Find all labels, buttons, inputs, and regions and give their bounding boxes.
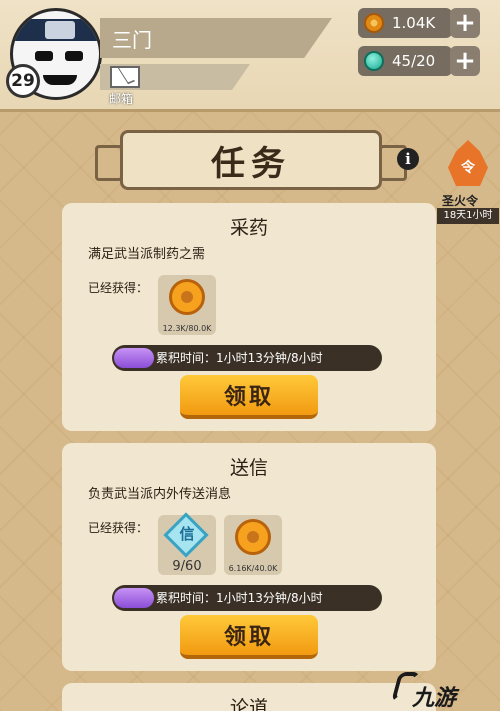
player-name: 三门 (100, 18, 332, 58)
gem-counter: 45/20 (358, 46, 452, 76)
task-desc: 满足武当派制药之需 (88, 247, 206, 262)
progress-fill (114, 348, 154, 368)
token-name: 圣火令 (442, 194, 479, 208)
coin-counter: 1.04K (358, 8, 452, 38)
letter-glyph: 信 (179, 525, 195, 543)
reward-coin[interactable]: 6.16K/40.0K (224, 515, 282, 575)
coin-icon (364, 13, 384, 33)
task-card-herbs: 采药 满足武当派制药之需 已经获得： 12.3K/80.0K 累积时间：1小时1… (62, 203, 436, 431)
token-time: 18天1小时 (437, 208, 499, 224)
page-title: 任务 (95, 130, 407, 190)
reward-amount: 12.3K/80.0K (162, 324, 212, 333)
obtained-label: 已经获得： (88, 281, 149, 295)
progress-text: 累积时间：1小时13分钟/8小时 (156, 591, 323, 605)
coin-amount: 1.04K (392, 14, 436, 32)
task-title: 采药 (229, 217, 268, 239)
claim-button[interactable]: 领取 (180, 375, 318, 419)
claim-button[interactable]: 领取 (180, 615, 318, 659)
watermark: 九游 (412, 686, 457, 711)
page-title-text: 任务 (211, 143, 291, 184)
coin-icon (235, 519, 271, 555)
task-card-letters: 送信 负责武当派内外传送消息 已经获得： 信 9/60 6.16K/40.0K … (62, 443, 436, 671)
time-progress-bar: 累积时间：1小时13分钟/8小时 (112, 585, 382, 611)
add-coins-button[interactable]: + (450, 8, 480, 38)
mail-icon[interactable] (110, 66, 140, 88)
task-title: 送信 (229, 457, 268, 479)
headband-plate (45, 21, 75, 39)
gem-amount: 45/20 (392, 52, 436, 70)
task-card-dao: 论道 (62, 683, 436, 711)
mail-label: 邮箱 (109, 92, 134, 106)
info-icon[interactable]: i (397, 148, 419, 170)
task-title: 论道 (229, 697, 268, 711)
task-desc: 负责武当派内外传送消息 (88, 487, 232, 502)
level-badge: 29 (6, 64, 40, 98)
top-bar: 29 三门 邮箱 1.04K + 45/20 + (0, 0, 500, 112)
reward-amount: 6.16K/40.0K (228, 564, 278, 573)
gem-icon (364, 51, 384, 71)
progress-text: 累积时间：1小时13分钟/8小时 (156, 351, 323, 365)
time-progress-bar: 累积时间：1小时13分钟/8小时 (112, 345, 382, 371)
right-eye (65, 51, 83, 61)
progress-fill (114, 588, 154, 608)
reward-letter[interactable]: 信 9/60 (158, 512, 216, 575)
player-name-text: 三门 (112, 27, 152, 52)
coin-icon (169, 279, 205, 315)
left-eye (35, 51, 53, 61)
add-gems-button[interactable]: + (450, 46, 480, 76)
mouth (43, 75, 77, 85)
reward-coin[interactable]: 12.3K/80.0K (158, 275, 216, 335)
reward-amount: 9/60 (172, 559, 202, 574)
obtained-label: 已经获得： (88, 521, 149, 535)
